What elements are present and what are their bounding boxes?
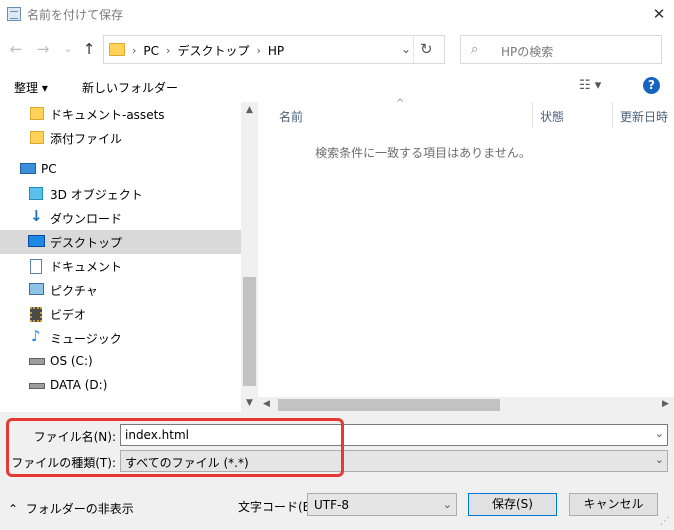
help-icon[interactable]: ? <box>643 77 660 94</box>
sidebar-item-data-d[interactable]: DATA (D:) <box>0 374 241 398</box>
3d-objects-icon <box>29 187 43 200</box>
scroll-right-icon[interactable]: ▶ <box>662 399 669 409</box>
document-icon <box>30 259 42 274</box>
pc-icon <box>20 163 36 174</box>
save-button[interactable]: 保存(S) <box>468 493 557 516</box>
sidebar-item-pictures[interactable]: ピクチャ <box>0 278 241 302</box>
sidebar-item-label: DATA (D:) <box>50 378 108 392</box>
divider <box>612 102 613 128</box>
breadcrumb-hp[interactable]: HP <box>268 44 284 58</box>
sidebar-item-label: ドキュメント-assets <box>50 108 165 122</box>
chevron-right-icon: › <box>132 44 137 57</box>
file-list: ^ 名前 状態 更新日時 検索条件に一致する項目はありません。 <box>258 98 674 397</box>
search-icon: ⌕ <box>471 42 479 57</box>
folder-icon <box>30 107 44 120</box>
drive-icon <box>29 358 45 365</box>
chevron-right-icon: › <box>166 44 171 57</box>
chevron-down-icon: ⌄ <box>442 498 452 511</box>
command-bar: 整理 ▾ 新しいフォルダー ☷ ▾ ? <box>0 70 674 102</box>
address-dropdown-icon[interactable]: ⌄ <box>399 42 413 56</box>
pictures-icon <box>29 283 44 295</box>
empty-message: 検索条件に一致する項目はありません。 <box>315 146 531 160</box>
sidebar-item-label: ビデオ <box>50 308 87 322</box>
view-options-button[interactable]: ☷ ▾ <box>579 78 601 93</box>
sidebar-item-pc[interactable]: PC <box>0 158 241 182</box>
sidebar-item-attachments[interactable]: 添付ファイル <box>0 126 241 150</box>
sidebar-item-label: OS (C:) <box>50 354 93 368</box>
sidebar-item-documents-assets[interactable]: ドキュメント-assets <box>0 102 241 126</box>
scrollbar-thumb[interactable] <box>278 399 500 411</box>
navigation-pane: ドキュメント-assets 添付ファイル PC 3D オブジェクト ↓ ダウンロ… <box>0 102 241 410</box>
divider <box>413 36 414 63</box>
address-row: ← → ⌄ ↑ › PC › デスクトップ › HP ⌄ ↻ ⌕ HPの検索 <box>0 30 674 70</box>
up-button[interactable]: ↑ <box>79 39 99 59</box>
sidebar-item-documents[interactable]: ドキュメント <box>0 254 241 278</box>
sidebar-item-label: ダウンロード <box>50 212 123 226</box>
video-icon <box>30 307 42 322</box>
sidebar-item-label: デスクトップ <box>50 236 123 250</box>
organize-button[interactable]: 整理 ▾ <box>14 79 48 96</box>
sidebar-item-label: ドキュメント <box>50 260 123 274</box>
title-bar: 名前を付けて保存 ✕ <box>0 0 674 30</box>
address-bar[interactable]: › PC › デスクトップ › HP ⌄ ↻ <box>103 35 445 64</box>
sidebar-item-label: PC <box>41 162 57 176</box>
sidebar-item-videos[interactable]: ビデオ <box>0 302 241 326</box>
notepad-icon <box>7 7 21 21</box>
encoding-select[interactable]: UTF-8 ⌄ <box>307 493 457 516</box>
window-title: 名前を付けて保存 <box>27 8 124 22</box>
sidebar-item-label: ミュージック <box>50 332 122 346</box>
sort-caret-icon: ^ <box>396 98 405 109</box>
scroll-down-icon[interactable]: ▼ <box>241 398 258 408</box>
desktop-icon <box>28 235 45 247</box>
folder-icon <box>109 43 125 56</box>
column-header-status[interactable]: 状態 <box>540 108 564 125</box>
column-header-name[interactable]: 名前 <box>279 108 303 125</box>
navigation-scrollbar[interactable]: ▲ ▼ <box>241 102 258 412</box>
sidebar-item-label: 3D オブジェクト <box>50 188 143 202</box>
refresh-icon[interactable]: ↻ <box>420 40 433 58</box>
chevron-up-icon: ⌃ <box>8 502 19 516</box>
breadcrumb: › PC › デスクトップ › HP <box>132 42 284 59</box>
sidebar-item-3d-objects[interactable]: 3D オブジェクト <box>0 182 241 206</box>
chevron-right-icon: › <box>256 44 261 57</box>
search-placeholder: HPの検索 <box>501 45 554 59</box>
sidebar-item-music[interactable]: ♪ ミュージック <box>0 326 241 350</box>
highlight-annotation <box>6 418 344 477</box>
drive-icon <box>29 383 45 389</box>
encoding-value: UTF-8 <box>314 498 349 512</box>
cancel-button[interactable]: キャンセル <box>569 493 658 516</box>
sidebar-item-os-c[interactable]: OS (C:) <box>0 350 241 374</box>
scrollbar-thumb[interactable] <box>243 277 256 386</box>
hide-folders-button[interactable]: ⌃ フォルダーの非表示 <box>8 500 134 517</box>
column-header-modified[interactable]: 更新日時 <box>620 108 668 125</box>
scroll-left-icon[interactable]: ◀ <box>263 399 270 409</box>
chevron-down-icon[interactable]: ⌄ <box>655 453 664 466</box>
download-icon: ↓ <box>30 207 43 225</box>
breadcrumb-desktop[interactable]: デスクトップ <box>177 42 249 59</box>
sidebar-item-desktop[interactable]: デスクトップ <box>0 230 241 254</box>
sidebar-item-label: 添付ファイル <box>50 132 123 146</box>
forward-button[interactable]: → <box>33 39 53 59</box>
resize-grip-icon[interactable]: ⋰ <box>660 516 670 527</box>
breadcrumb-pc[interactable]: PC <box>143 44 159 58</box>
back-button[interactable]: ← <box>6 39 26 59</box>
music-icon: ♪ <box>31 327 41 345</box>
divider <box>532 102 533 128</box>
recent-locations-button[interactable]: ⌄ <box>58 39 78 59</box>
scroll-up-icon[interactable]: ▲ <box>241 105 258 115</box>
close-button[interactable]: ✕ <box>646 3 672 25</box>
hide-folders-label: フォルダーの非表示 <box>25 502 134 516</box>
sidebar-item-label: ピクチャ <box>50 284 98 298</box>
sidebar-item-downloads[interactable]: ↓ ダウンロード <box>0 206 241 230</box>
new-folder-button[interactable]: 新しいフォルダー <box>82 79 178 96</box>
search-input[interactable]: ⌕ HPの検索 <box>460 35 662 64</box>
chevron-down-icon[interactable]: ⌄ <box>655 427 664 440</box>
folder-icon <box>30 131 44 144</box>
